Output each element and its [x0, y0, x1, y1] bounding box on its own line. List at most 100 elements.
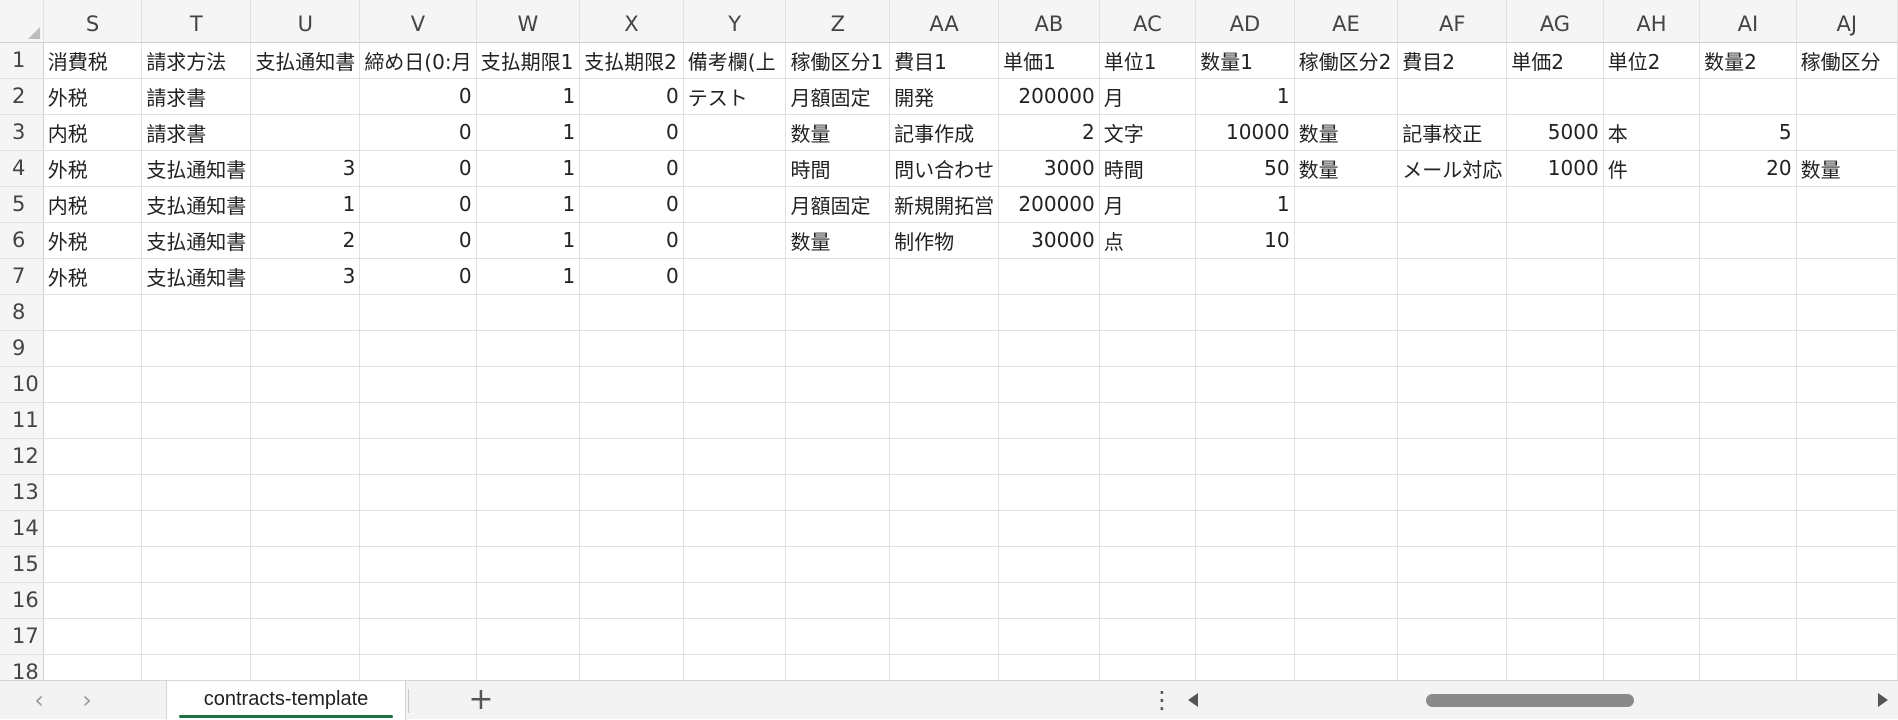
cell-aa13[interactable]	[889, 474, 1000, 511]
cell-aa9[interactable]	[889, 330, 1000, 367]
cell-ah14[interactable]	[1603, 510, 1701, 547]
cell-aj2[interactable]	[1796, 78, 1898, 115]
cell-w13[interactable]	[476, 474, 581, 511]
row-header[interactable]: 6	[0, 222, 44, 259]
cell-ag3[interactable]: 5000	[1506, 114, 1604, 151]
cell-z14[interactable]	[785, 510, 891, 547]
cell-ae13[interactable]	[1294, 474, 1399, 511]
cell-v16[interactable]	[359, 582, 477, 619]
column-header-ad[interactable]: AD	[1195, 0, 1295, 43]
cell-af17[interactable]	[1397, 618, 1508, 655]
cell-s3[interactable]: 内税	[43, 114, 143, 151]
cell-ad9[interactable]	[1195, 330, 1295, 367]
cell-af11[interactable]	[1397, 402, 1508, 439]
cell-w2[interactable]: 1	[476, 78, 581, 115]
cell-w3[interactable]: 1	[476, 114, 581, 151]
cell-ac8[interactable]	[1099, 294, 1197, 331]
cell-w1[interactable]: 支払期限1	[476, 42, 581, 79]
cell-z8[interactable]	[785, 294, 891, 331]
cell-u1[interactable]: 支払通知書	[250, 42, 361, 79]
cell-z12[interactable]	[785, 438, 891, 475]
cell-u18[interactable]	[250, 654, 361, 680]
cell-ah5[interactable]	[1603, 186, 1701, 223]
cell-t4[interactable]: 支払通知書	[141, 150, 252, 187]
cell-ab13[interactable]	[998, 474, 1100, 511]
column-header-ab[interactable]: AB	[998, 0, 1100, 43]
cell-ae9[interactable]	[1294, 330, 1399, 367]
cell-aj18[interactable]	[1796, 654, 1898, 680]
cell-v18[interactable]	[359, 654, 477, 680]
column-header-ae[interactable]: AE	[1294, 0, 1399, 43]
row-header[interactable]: 9	[0, 330, 44, 367]
cell-ac18[interactable]	[1099, 654, 1197, 680]
cell-y7[interactable]	[683, 258, 787, 295]
cell-t13[interactable]	[141, 474, 252, 511]
cell-ag9[interactable]	[1506, 330, 1604, 367]
cell-ad1[interactable]: 数量1	[1195, 42, 1295, 79]
cell-aj3[interactable]	[1796, 114, 1898, 151]
cell-v15[interactable]	[359, 546, 477, 583]
row-header[interactable]: 3	[0, 114, 44, 151]
cell-aa11[interactable]	[889, 402, 1000, 439]
cell-ae7[interactable]	[1294, 258, 1399, 295]
scroll-left-icon[interactable]	[1188, 693, 1198, 707]
cell-aa15[interactable]	[889, 546, 1000, 583]
cell-s17[interactable]	[43, 618, 143, 655]
cell-t14[interactable]	[141, 510, 252, 547]
cell-ac7[interactable]	[1099, 258, 1197, 295]
cell-y4[interactable]	[683, 150, 787, 187]
cell-u13[interactable]	[250, 474, 361, 511]
cell-y9[interactable]	[683, 330, 787, 367]
cell-u2[interactable]	[250, 78, 361, 115]
cell-ag4[interactable]: 1000	[1506, 150, 1604, 187]
cell-w10[interactable]	[476, 366, 581, 403]
column-header-ac[interactable]: AC	[1099, 0, 1197, 43]
cell-af3[interactable]: 記事校正	[1397, 114, 1508, 151]
row-header[interactable]: 12	[0, 438, 44, 475]
row-header[interactable]: 10	[0, 366, 44, 403]
cell-z6[interactable]: 数量	[785, 222, 891, 259]
cell-ah16[interactable]	[1603, 582, 1701, 619]
cell-v6[interactable]: 0	[359, 222, 477, 259]
cell-z16[interactable]	[785, 582, 891, 619]
cell-v13[interactable]	[359, 474, 477, 511]
cell-u15[interactable]	[250, 546, 361, 583]
cell-af15[interactable]	[1397, 546, 1508, 583]
cell-table[interactable]: S T U V W X Y Z AA AB AC AD AE AF AG AH AI AJ 1 消費税 請求方法 支払通…	[0, 0, 1898, 680]
cell-u4[interactable]: 3	[250, 150, 361, 187]
cell-y18[interactable]	[683, 654, 787, 680]
cell-aa18[interactable]	[889, 654, 1000, 680]
cell-ac1[interactable]: 単位1	[1099, 42, 1197, 79]
cell-s15[interactable]	[43, 546, 143, 583]
cell-ac9[interactable]	[1099, 330, 1197, 367]
cell-s13[interactable]	[43, 474, 143, 511]
cell-s1[interactable]: 消費税	[43, 42, 143, 79]
cell-s11[interactable]	[43, 402, 143, 439]
cell-ac14[interactable]	[1099, 510, 1197, 547]
cell-ab8[interactable]	[998, 294, 1100, 331]
cell-ad8[interactable]	[1195, 294, 1295, 331]
cell-y17[interactable]	[683, 618, 787, 655]
cell-ag15[interactable]	[1506, 546, 1604, 583]
row-header[interactable]: 1	[0, 42, 44, 79]
cell-ai1[interactable]: 数量2	[1699, 42, 1797, 79]
column-header-ag[interactable]: AG	[1506, 0, 1604, 43]
column-header-aa[interactable]: AA	[889, 0, 1000, 43]
cell-t11[interactable]	[141, 402, 252, 439]
cell-ag14[interactable]	[1506, 510, 1604, 547]
cell-t15[interactable]	[141, 546, 252, 583]
cell-x7[interactable]: 0	[579, 258, 684, 295]
cell-s2[interactable]: 外税	[43, 78, 143, 115]
cell-aa8[interactable]	[889, 294, 1000, 331]
cell-aj6[interactable]	[1796, 222, 1898, 259]
cell-ac2[interactable]: 月	[1099, 78, 1197, 115]
cell-x10[interactable]	[579, 366, 684, 403]
cell-s14[interactable]	[43, 510, 143, 547]
cell-z3[interactable]: 数量	[785, 114, 891, 151]
cell-x18[interactable]	[579, 654, 684, 680]
cell-t5[interactable]: 支払通知書	[141, 186, 252, 223]
cell-ac16[interactable]	[1099, 582, 1197, 619]
cell-aj16[interactable]	[1796, 582, 1898, 619]
cell-ah3[interactable]: 本	[1603, 114, 1701, 151]
cell-ab14[interactable]	[998, 510, 1100, 547]
